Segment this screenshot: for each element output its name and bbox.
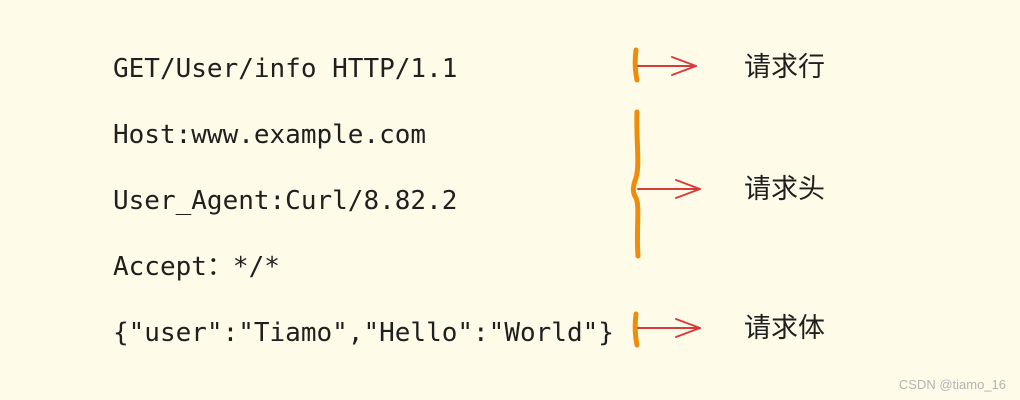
request-line-label: 请求行 [744,52,825,83]
request-header-arrow [637,179,701,199]
request-header-label: 请求头 [744,174,825,205]
request-line-bracket [632,47,640,83]
watermark: CSDN @tiamo_16 [898,377,1006,392]
request-body-label: 请求体 [744,313,825,344]
request-body-bracket [632,311,640,348]
request-body-arrow [637,318,701,338]
request-header-brace [630,109,641,259]
annotation-layer [630,47,701,348]
request-line-arrow [637,56,697,76]
